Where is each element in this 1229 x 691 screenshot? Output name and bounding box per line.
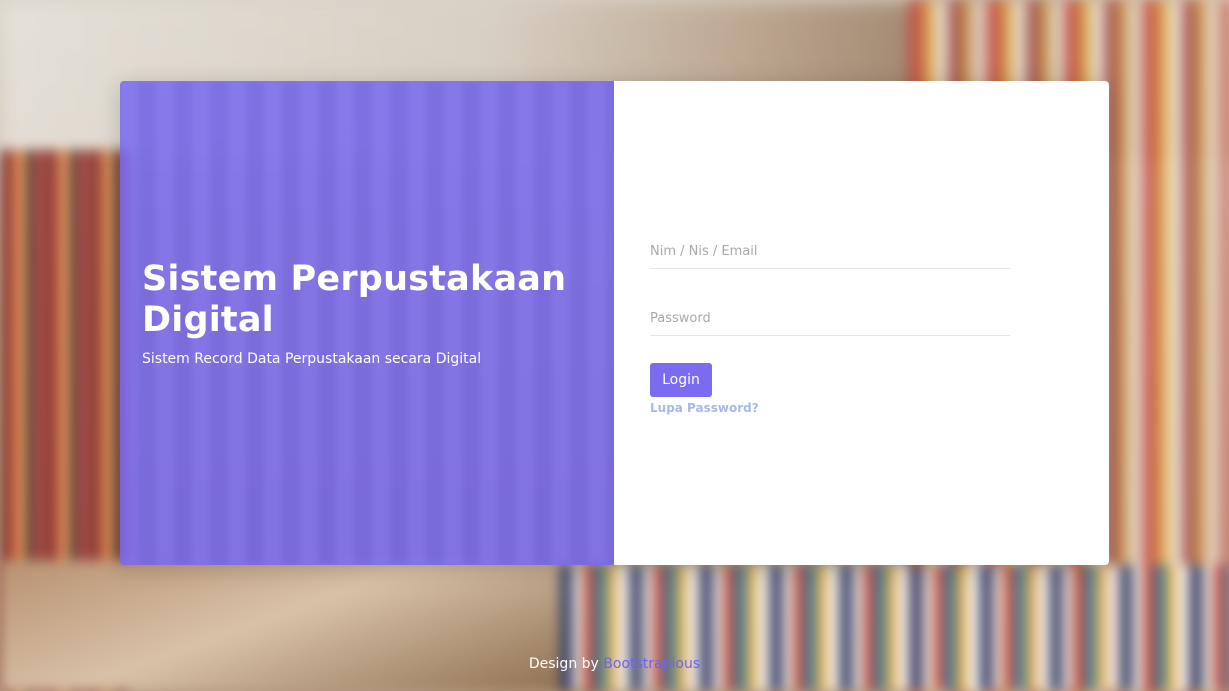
username-input[interactable]	[650, 234, 1010, 269]
login-button[interactable]: Login	[650, 363, 712, 397]
login-form-panel: Login Lupa Password?	[614, 81, 1109, 565]
page-subtitle: Sistem Record Data Perpustakaan secara D…	[142, 351, 482, 367]
background-bookshelf-bottom	[560, 565, 1229, 691]
footer-prefix: Design by	[528, 656, 599, 672]
password-input[interactable]	[650, 301, 1010, 336]
footer-credit-link[interactable]: Bootstrapious	[603, 656, 700, 672]
hero-panel: Sistem Perpustakaan Digital Sistem Recor…	[120, 81, 614, 565]
forgot-password-link[interactable]: Lupa Password?	[650, 401, 759, 415]
page-title: Sistem Perpustakaan Digital	[142, 259, 567, 340]
footer-credit: Design by Bootstrapious	[0, 656, 1229, 672]
login-card: Sistem Perpustakaan Digital Sistem Recor…	[120, 81, 1109, 565]
